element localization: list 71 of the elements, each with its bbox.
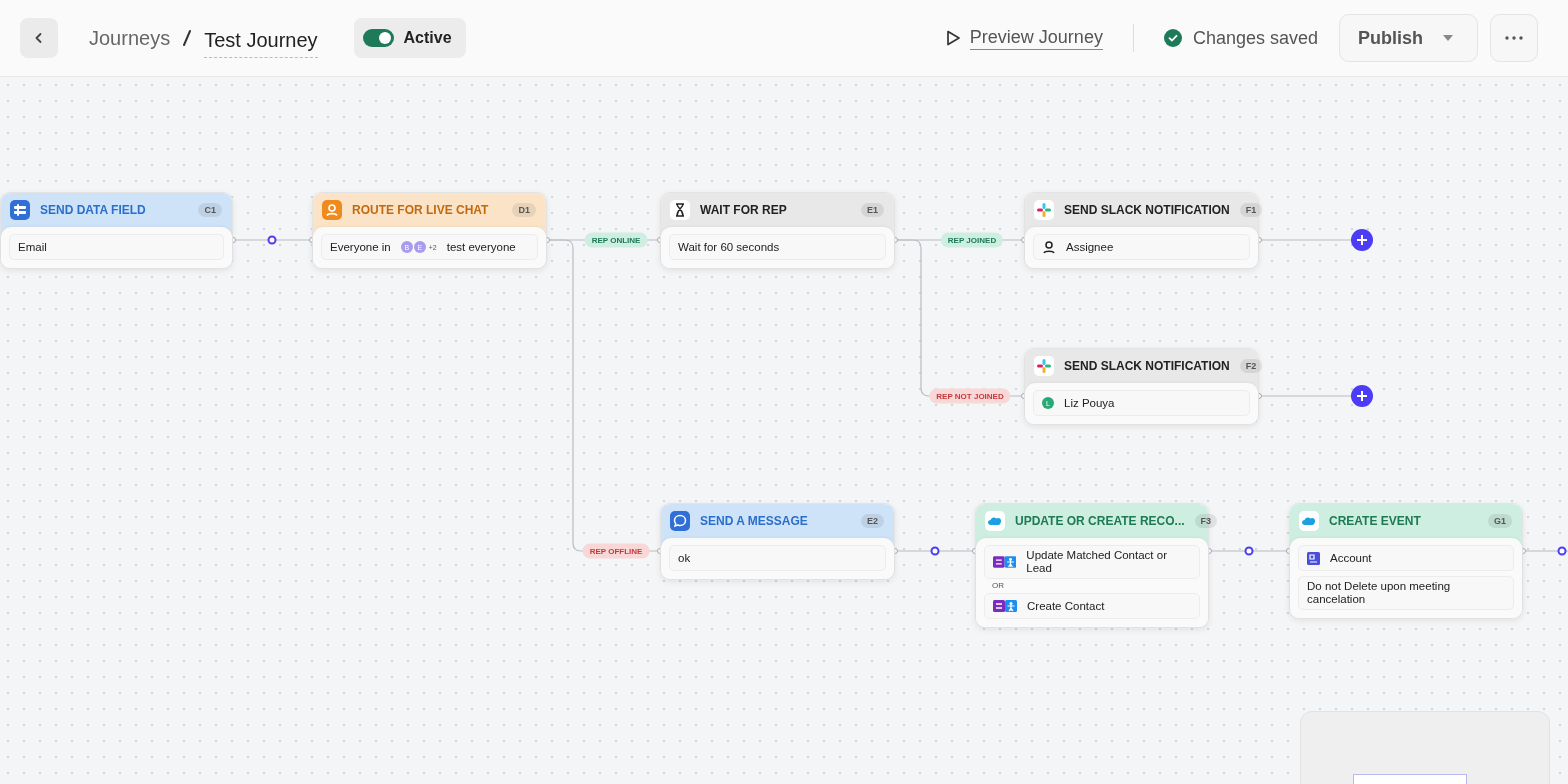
preview-journey-button[interactable]: Preview Journey bbox=[944, 26, 1103, 50]
plus-icon bbox=[1357, 391, 1367, 401]
step-id-badge: F2 bbox=[1239, 359, 1263, 373]
step-field[interactable]: Update Matched Contact or Lead bbox=[984, 545, 1200, 579]
publish-button[interactable]: Publish bbox=[1339, 14, 1478, 62]
step-field[interactable]: Wait for 60 seconds bbox=[669, 234, 886, 260]
play-icon bbox=[944, 29, 961, 47]
step-title: SEND SLACK NOTIFICATION bbox=[1064, 359, 1230, 373]
status-toggle[interactable]: Active bbox=[353, 18, 466, 58]
field-text: Do not Delete upon meeting cancelation bbox=[1307, 580, 1452, 606]
record-icon bbox=[1307, 551, 1320, 565]
step-id-badge: D1 bbox=[512, 203, 536, 217]
add-step-button[interactable] bbox=[1351, 229, 1373, 251]
field-text: Wait for 60 seconds bbox=[678, 240, 780, 254]
field-text: Create Contact bbox=[1027, 599, 1105, 613]
step-title: CREATE EVENT bbox=[1329, 514, 1422, 528]
caret-down-icon bbox=[1443, 35, 1453, 41]
slack-icon bbox=[1035, 357, 1053, 375]
connector-handle[interactable] bbox=[1557, 546, 1567, 556]
field-text: test everyone bbox=[446, 240, 516, 254]
step-title: SEND SLACK NOTIFICATION bbox=[1064, 203, 1230, 217]
step-field[interactable]: Account bbox=[1298, 545, 1514, 571]
step-field[interactable]: Assignee bbox=[1033, 234, 1250, 260]
slash-icon bbox=[182, 29, 193, 47]
field-text: Assignee bbox=[1066, 240, 1114, 254]
form-icon bbox=[11, 201, 29, 219]
field-text: Email bbox=[18, 240, 47, 254]
field-text: Liz Pouya bbox=[1064, 396, 1115, 410]
step-id-badge: E2 bbox=[861, 514, 884, 528]
connector-handle[interactable] bbox=[1244, 546, 1254, 556]
step-id-badge: F3 bbox=[1194, 514, 1218, 528]
contact-object-icon bbox=[993, 555, 1017, 569]
branch-label: REP ONLINE bbox=[584, 232, 648, 248]
branch-label: REP JOINED bbox=[940, 232, 1004, 248]
step-id-badge: G1 bbox=[1488, 514, 1512, 528]
breadcrumb-link[interactable]: Journeys bbox=[89, 26, 171, 50]
branch-label: REP OFFLINE bbox=[582, 543, 650, 559]
step-title: SEND A MESSAGE bbox=[700, 514, 809, 528]
field-text: Account bbox=[1330, 551, 1372, 565]
step-title: WAIT FOR REP bbox=[700, 203, 788, 217]
chat-bubble-icon bbox=[671, 512, 689, 530]
step-title: ROUTE FOR LIVE CHAT bbox=[352, 203, 490, 217]
more-icon bbox=[1505, 36, 1523, 40]
connector-handle[interactable] bbox=[267, 235, 277, 245]
add-step-button[interactable] bbox=[1351, 385, 1373, 407]
or-separator: OR bbox=[991, 581, 1005, 590]
toggle-switch[interactable] bbox=[362, 29, 394, 47]
step-field[interactable]: Create Contact bbox=[984, 593, 1200, 619]
step-title: UPDATE OR CREATE RECO... bbox=[1015, 514, 1185, 528]
check-circle-icon bbox=[1163, 29, 1182, 47]
slack-icon bbox=[1035, 201, 1053, 219]
field-text: ok bbox=[678, 551, 691, 565]
connector-handle[interactable] bbox=[930, 546, 940, 556]
step-id-badge: C1 bbox=[198, 203, 222, 217]
user-icon bbox=[1042, 240, 1056, 254]
minimap[interactable] bbox=[1300, 711, 1550, 784]
step-field[interactable]: Do not Delete upon meeting cancelation bbox=[1298, 576, 1514, 610]
save-status: Changes saved bbox=[1192, 27, 1318, 49]
journey-title[interactable]: Test Journey bbox=[204, 26, 318, 58]
field-text: Everyone in bbox=[330, 240, 391, 254]
step-id-badge: F1 bbox=[1239, 203, 1263, 217]
back-button[interactable] bbox=[20, 18, 58, 58]
step-field[interactable]: ok bbox=[669, 545, 886, 571]
contact-object-icon bbox=[993, 599, 1017, 613]
step-id-badge: E1 bbox=[861, 203, 884, 217]
step-field[interactable]: Email bbox=[9, 234, 224, 260]
field-text: Update Matched Contact or Lead bbox=[1026, 549, 1168, 575]
branch-label: REP NOT JOINED bbox=[929, 388, 1011, 404]
plus-icon bbox=[1357, 235, 1367, 245]
step-title: SEND DATA FIELD bbox=[40, 203, 147, 217]
more-button[interactable] bbox=[1490, 14, 1538, 62]
